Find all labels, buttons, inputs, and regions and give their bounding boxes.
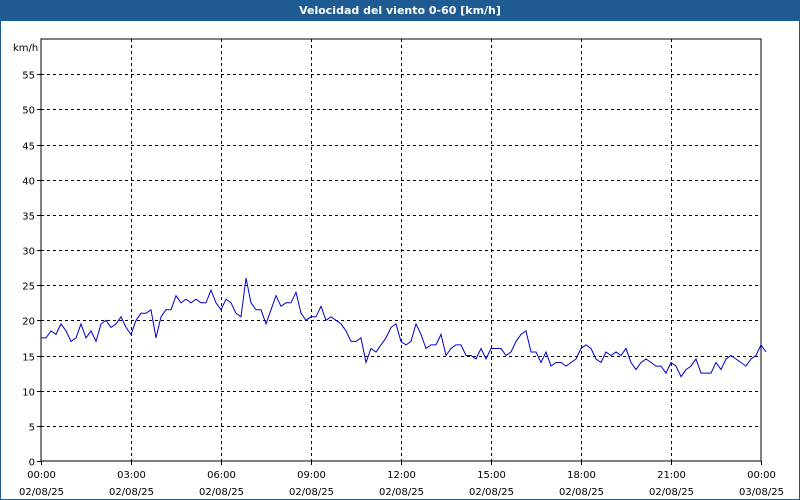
x-tick-time-label: 00:00 (747, 470, 776, 481)
x-tick-time-label: 12:00 (387, 470, 416, 481)
y-tick-label: 5 (29, 423, 35, 434)
y-tick-label: 55 (22, 71, 35, 82)
x-tick-time-label: 18:00 (567, 470, 596, 481)
x-tick-date-label: 02/08/25 (109, 487, 154, 498)
y-tick-label: 35 (22, 212, 35, 223)
x-tick-time-label: 21:00 (657, 470, 686, 481)
x-tick-date-label: 02/08/25 (199, 487, 244, 498)
x-tick-date-label: 02/08/25 (19, 487, 64, 498)
x-axis-ticks: 00:00 02/08/25 03:00 02/08/25 06:00 02/08/25 0… (19, 461, 784, 498)
x-tick-time-label: 09:00 (297, 470, 326, 481)
y-tick-label: 10 (22, 388, 35, 399)
x-tick-date-label: 02/08/25 (649, 487, 694, 498)
y-tick-label: 15 (22, 353, 35, 364)
x-tick-date-label: 02/08/25 (289, 487, 334, 498)
y-axis-label: km/h (13, 43, 38, 54)
x-tick-date-label: 03/08/25 (739, 487, 784, 498)
x-tick-date-label: 02/08/25 (559, 487, 604, 498)
wind-speed-line (41, 278, 767, 378)
y-tick-label: 40 (22, 177, 35, 188)
x-tick-time-label: 00:00 (27, 470, 56, 481)
y-axis-ticks: 0 5 10 15 20 25 30 35 40 45 50 55 (22, 71, 41, 469)
grid-lines (41, 39, 761, 461)
chart-window: Velocidad del viento 0-60 [km/h] km/h 05… (0, 0, 800, 500)
x-tick-time-label: 06:00 (207, 470, 236, 481)
x-tick-date-label: 02/08/25 (469, 487, 514, 498)
wind-speed-chart: km/h 0 5 10 15 20 25 30 35 40 45 50 55 00:00 02/08/2… (13, 38, 784, 498)
x-tick-date-label: 02/08/25 (379, 487, 424, 498)
y-tick-label: 0 (29, 458, 35, 469)
y-tick-label: 25 (22, 282, 35, 293)
x-tick-time-label: 03:00 (117, 470, 146, 481)
y-tick-label: 30 (22, 247, 35, 258)
y-tick-label: 50 (22, 106, 35, 117)
x-tick-time-label: 15:00 (477, 470, 506, 481)
y-tick-label: 20 (22, 317, 35, 328)
y-tick-label: 45 (22, 142, 35, 153)
